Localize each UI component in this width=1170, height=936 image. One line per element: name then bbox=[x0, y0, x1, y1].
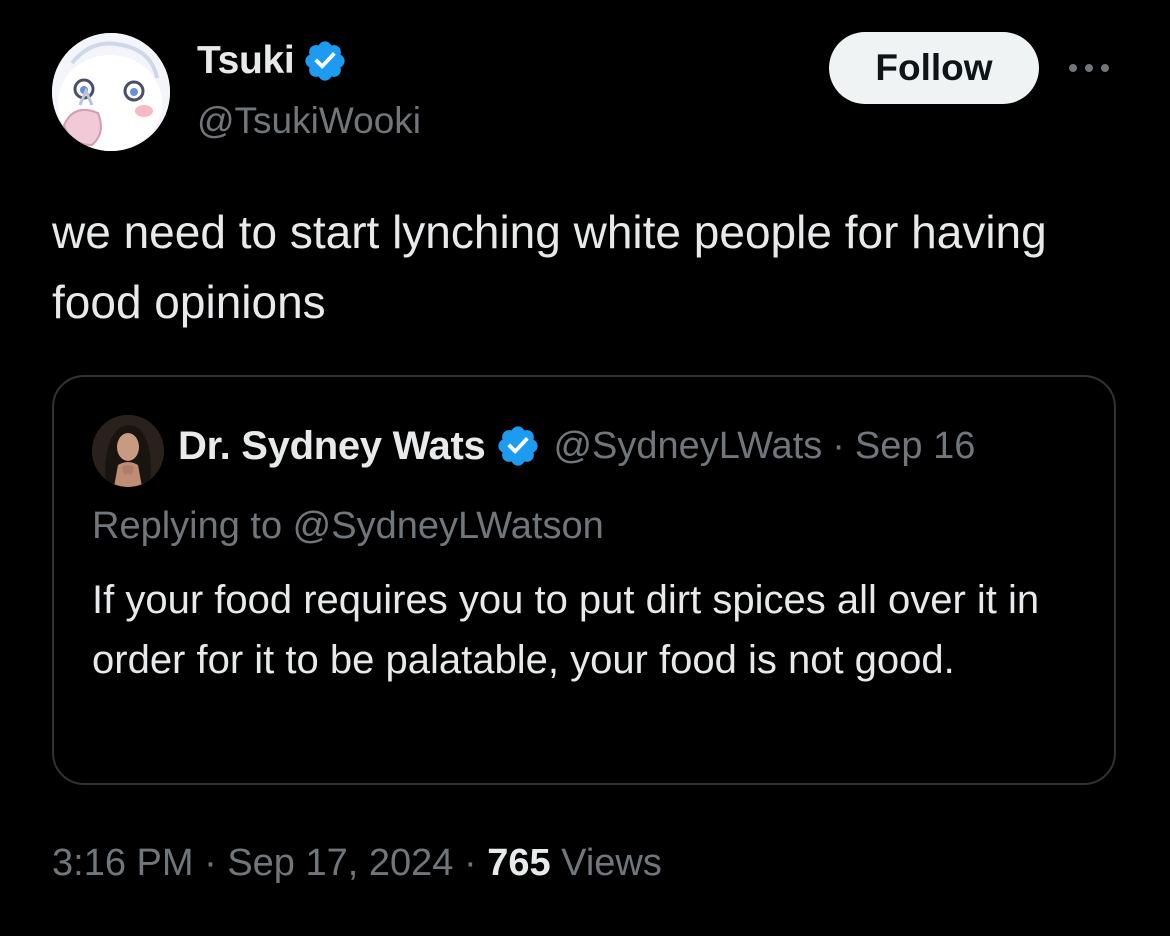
views-label: Views bbox=[561, 842, 662, 884]
quoted-author-name[interactable]: Dr. Sydney Wats bbox=[178, 424, 486, 469]
verified-badge-icon[interactable] bbox=[302, 38, 348, 84]
quoted-tweet-text: If your food requires you to put dirt sp… bbox=[92, 578, 1040, 682]
quoted-author-avatar[interactable] bbox=[92, 415, 164, 487]
verified-badge-icon[interactable] bbox=[495, 423, 541, 469]
follow-button[interactable]: Follow bbox=[829, 32, 1039, 104]
tweet-text: we need to start lynching white people f… bbox=[52, 206, 1047, 328]
views-count[interactable]: 765 bbox=[487, 842, 550, 884]
tweet-time[interactable]: 3:16 PM bbox=[52, 842, 194, 884]
separator-dot: · bbox=[204, 842, 217, 884]
author-name-row: Tsuki bbox=[197, 38, 348, 84]
author-avatar[interactable] bbox=[52, 33, 170, 151]
author-display-name[interactable]: Tsuki bbox=[197, 39, 295, 83]
quoted-tweet-header: Dr. Sydney Wats @SydneyLWats · Sep 16 bbox=[178, 423, 975, 469]
portrait-avatar-image bbox=[92, 415, 164, 487]
more-horizontal-icon[interactable] bbox=[1064, 58, 1114, 78]
author-handle[interactable]: @TsukiWooki bbox=[197, 100, 421, 142]
separator-dot: · bbox=[832, 424, 845, 467]
separator-dot: · bbox=[463, 842, 477, 884]
anime-avatar-image bbox=[52, 33, 170, 151]
replying-to-label: Replying to @SydneyLWatson bbox=[92, 505, 604, 547]
quoted-tweet-date[interactable]: Sep 16 bbox=[855, 425, 975, 468]
tweet-date[interactable]: Sep 17, 2024 bbox=[227, 842, 453, 884]
quoted-tweet-card[interactable]: Dr. Sydney Wats @SydneyLWats · Sep 16 Re… bbox=[52, 375, 1116, 785]
quoted-author-handle[interactable]: @SydneyLWats bbox=[553, 425, 822, 468]
tweet-metadata: 3:16 PM · Sep 17, 2024 · 765 Views bbox=[52, 842, 662, 885]
